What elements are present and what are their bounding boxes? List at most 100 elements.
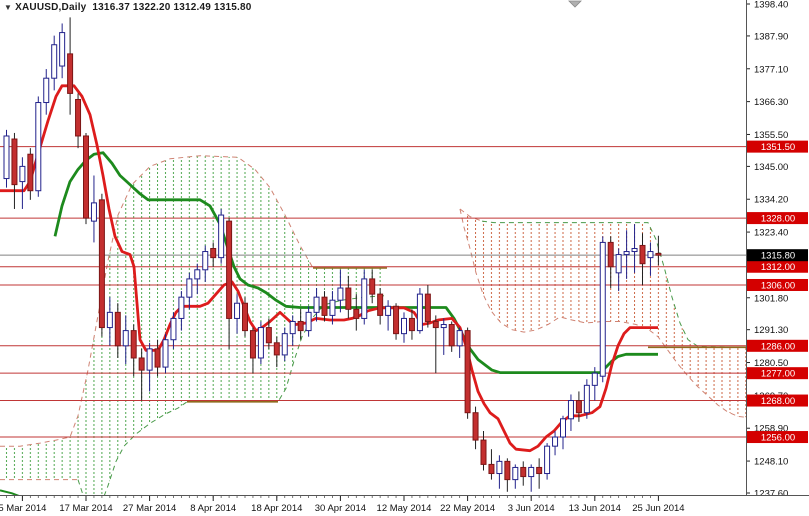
candle [560, 418, 566, 438]
candle [114, 311, 121, 347]
candle [432, 320, 439, 329]
candle [599, 241, 606, 377]
candle [544, 445, 551, 475]
date-tick-label: 18 Apr 2014 [251, 503, 302, 514]
candle [59, 32, 66, 67]
candle [130, 330, 137, 359]
candle [90, 202, 97, 222]
date-tick-label: 5 Mar 2014 [0, 503, 46, 514]
candle [655, 252, 662, 256]
candle [265, 327, 272, 344]
price-tick-label: 1398.40 [754, 0, 788, 11]
candle [75, 98, 82, 137]
candle [337, 287, 344, 301]
price-tick-label: 1387.90 [754, 31, 788, 42]
price-label-text: 1328.00 [761, 214, 795, 225]
price-tick-label: 1355.50 [754, 130, 788, 141]
candle [591, 372, 598, 386]
price-label-text: 1268.00 [761, 396, 795, 407]
chart-window: 1398.40 1387.90 1377.10 1366.30 1355.50 1345.… [0, 0, 809, 516]
candle [281, 333, 288, 356]
candle [639, 244, 646, 265]
candle [496, 460, 503, 475]
price-label-text: 1351.50 [761, 142, 795, 153]
candle [615, 254, 622, 274]
candle [385, 305, 392, 316]
candle [146, 348, 153, 371]
date-tick-label: 3 Jun 2014 [508, 503, 555, 514]
candle [488, 463, 495, 475]
candle [361, 278, 368, 319]
candle [154, 348, 161, 368]
candle [504, 460, 511, 481]
date-tick-label: 8 Apr 2014 [190, 503, 236, 514]
price-label-text: 1256.00 [761, 433, 795, 444]
price-tick-label: 1323.40 [754, 228, 788, 239]
candle [416, 293, 423, 332]
candle [647, 251, 654, 259]
candle [424, 293, 431, 322]
candle [472, 412, 479, 441]
candle [583, 384, 590, 414]
price-tick-label: 1291.30 [754, 325, 788, 336]
price-label-text: 1315.80 [761, 251, 795, 262]
candle [122, 330, 129, 347]
candle [162, 339, 169, 368]
candle [51, 44, 58, 79]
candle [607, 241, 614, 268]
candle [448, 324, 455, 347]
candle [83, 135, 89, 219]
price-tick-label: 1377.10 [754, 64, 788, 75]
candle [202, 251, 209, 271]
candle [520, 466, 527, 478]
price-label-text: 1286.00 [761, 341, 795, 352]
candle [43, 77, 50, 104]
candle [369, 278, 376, 295]
date-tick-label: 13 Jun 2014 [569, 503, 621, 514]
price-label-text: 1306.00 [761, 280, 795, 291]
price-tick-label: 1248.10 [754, 457, 788, 468]
candle [218, 214, 225, 259]
date-tick-label: 12 May 2014 [377, 503, 432, 514]
price-tick-label: 1301.80 [754, 293, 788, 304]
price-tick-label: 1366.30 [754, 97, 788, 108]
candle [11, 138, 18, 186]
candle [3, 135, 10, 180]
candle [408, 317, 415, 332]
candle [210, 247, 217, 259]
date-tick-label: 27 Mar 2014 [123, 503, 176, 514]
candle [401, 317, 407, 335]
candle [377, 293, 384, 316]
candle [305, 311, 312, 332]
candle [19, 165, 26, 183]
candle [242, 302, 248, 332]
candle [480, 439, 487, 465]
candle [345, 287, 352, 310]
candle [186, 278, 193, 298]
candle [178, 296, 185, 319]
candle [106, 311, 113, 329]
candle [353, 308, 360, 319]
candle [631, 247, 638, 253]
ohlc-values: 1316.37 1322.20 1312.49 1315.80 [92, 2, 252, 13]
candle [297, 320, 304, 332]
symbol-ohlc-header: ▼ XAUUSD,Daily 1316.37 1322.20 1312.49 13… [4, 2, 252, 13]
candle [138, 357, 145, 371]
date-tick-label: 30 Apr 2014 [315, 503, 366, 514]
price-tick-label: 1334.20 [754, 195, 788, 206]
candle [313, 296, 320, 313]
collapse-triangle-icon: ▼ [4, 3, 13, 12]
candle [273, 342, 280, 356]
candle [170, 317, 177, 341]
symbol-timeframe-label: XAUUSD,Daily [15, 2, 87, 13]
candle [623, 251, 630, 256]
candle [464, 330, 471, 414]
candle [393, 305, 400, 335]
candle [194, 269, 201, 280]
date-tick-label: 25 Jun 2014 [632, 503, 684, 514]
candle [536, 466, 543, 475]
candle [440, 324, 447, 329]
price-chart[interactable]: 1398.40 1387.90 1377.10 1366.30 1355.50 1345.… [0, 0, 809, 516]
price-tick-label: 1345.00 [754, 162, 788, 173]
candle [567, 400, 574, 420]
